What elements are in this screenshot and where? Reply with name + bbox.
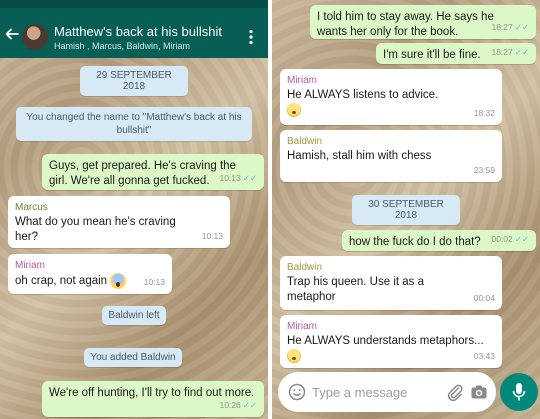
more-vertical-icon[interactable] xyxy=(248,29,254,45)
message-text: Guys, get prepared. He's craving the gir… xyxy=(49,160,236,187)
date-chip: 30 SEPTEMBER 2018 xyxy=(352,195,460,225)
message-incoming[interactable]: Baldwin Trap his queen. Use it as a meta… xyxy=(280,256,502,310)
message-text: He ALWAYS listens to advice. xyxy=(287,89,439,101)
message-outgoing[interactable]: Guys, get prepared. He's craving the gir… xyxy=(42,154,264,190)
message-incoming[interactable]: Baldwin Hamish, stall him with chess 23:… xyxy=(280,130,502,182)
sender-name[interactable]: Miriam xyxy=(287,74,495,87)
message-time: 23:59 xyxy=(473,165,495,175)
message-incoming[interactable]: Miriam oh crap, not again 10:13 xyxy=(8,254,172,294)
message-time: 10:13 xyxy=(201,231,223,241)
system-message-left: Baldwin left xyxy=(102,306,166,325)
read-receipt-icon: ✓✓ xyxy=(242,173,257,183)
face-screaming-in-fear-icon xyxy=(110,273,127,289)
paperclip-icon[interactable] xyxy=(446,383,464,401)
microphone-button[interactable] xyxy=(500,373,538,411)
chat-members[interactable]: Hamish , Marcus, Baldwin, Miriam xyxy=(54,41,190,51)
flushed-face-icon xyxy=(287,349,301,363)
message-outgoing[interactable]: I told him to stay away. He says he want… xyxy=(310,5,536,39)
message-incoming[interactable]: Miriam He ALWAYS listens to advice. 18:3… xyxy=(280,69,502,125)
arrow-left-icon[interactable] xyxy=(4,26,20,42)
message-outgoing[interactable]: We're off hunting, I'll try to find out … xyxy=(42,381,264,417)
message-time: 18:27 xyxy=(491,22,513,32)
microphone-icon xyxy=(512,383,526,401)
sender-name[interactable]: Marcus xyxy=(15,201,223,214)
message-incoming[interactable]: Miriam He ALWAYS understands metaphors..… xyxy=(280,315,502,368)
message-time: 18:27 xyxy=(491,47,513,57)
camera-icon[interactable] xyxy=(470,383,488,401)
read-receipt-icon: ✓✓ xyxy=(514,47,529,57)
message-time: 10:13 xyxy=(143,277,165,287)
message-time: 10:13 xyxy=(219,173,241,183)
read-receipt-icon: ✓✓ xyxy=(242,400,257,410)
message-outgoing[interactable]: I'm sure it'll be fine. 18:27 ✓✓ xyxy=(376,43,536,64)
chat-screen-left: Matthew's back at his bullshit Hamish , … xyxy=(0,0,268,419)
message-text: Hamish, stall him with chess xyxy=(287,150,432,162)
message-time: 00:04 xyxy=(473,293,495,303)
message-text: What do you mean he's craving her? xyxy=(15,216,176,243)
read-receipt-icon: ✓✓ xyxy=(514,22,529,32)
message-outgoing[interactable]: how the fuck do I do that? 00:02 ✓✓ xyxy=(342,230,536,251)
message-text: I'm sure it'll be fine. xyxy=(383,49,481,61)
flushed-face-icon xyxy=(287,103,301,117)
message-text: oh crap, not again xyxy=(15,275,108,288)
message-text: He ALWAYS understands metaphors... xyxy=(287,335,484,347)
message-input[interactable] xyxy=(312,382,442,402)
smiley-icon[interactable] xyxy=(288,383,306,401)
sender-name[interactable]: Miriam xyxy=(287,320,495,333)
message-composer[interactable] xyxy=(278,372,496,412)
message-time: 03:43 xyxy=(473,351,495,361)
chat-header[interactable]: Matthew's back at his bullshit Hamish , … xyxy=(0,0,268,58)
message-incoming[interactable]: Marcus What do you mean he's craving her… xyxy=(8,196,230,248)
system-message-added: You added Baldwin xyxy=(84,348,182,367)
message-text: how the fuck do I do that? xyxy=(349,236,481,248)
date-chip: 29 SEPTEMBER 2018 xyxy=(80,66,188,96)
sender-name[interactable]: Miriam xyxy=(15,259,165,272)
read-receipt-icon: ✓✓ xyxy=(514,234,529,244)
message-time: 10:26 xyxy=(219,400,241,410)
status-bar xyxy=(0,0,268,8)
avatar[interactable] xyxy=(22,24,48,50)
chat-title[interactable]: Matthew's back at his bullshit xyxy=(54,24,222,39)
message-text: Trap his queen. Use it as a metaphor xyxy=(287,276,425,303)
sender-name[interactable]: Baldwin xyxy=(287,261,495,274)
system-message-rename: You changed the name to "Matthew's back … xyxy=(16,107,252,141)
chat-screen-right: I told him to stay away. He says he want… xyxy=(272,0,540,419)
message-time: 00:02 xyxy=(491,234,513,244)
message-text: I told him to stay away. He says he want… xyxy=(317,11,494,38)
message-time: 18:32 xyxy=(473,108,495,118)
sender-name[interactable]: Baldwin xyxy=(287,135,495,148)
